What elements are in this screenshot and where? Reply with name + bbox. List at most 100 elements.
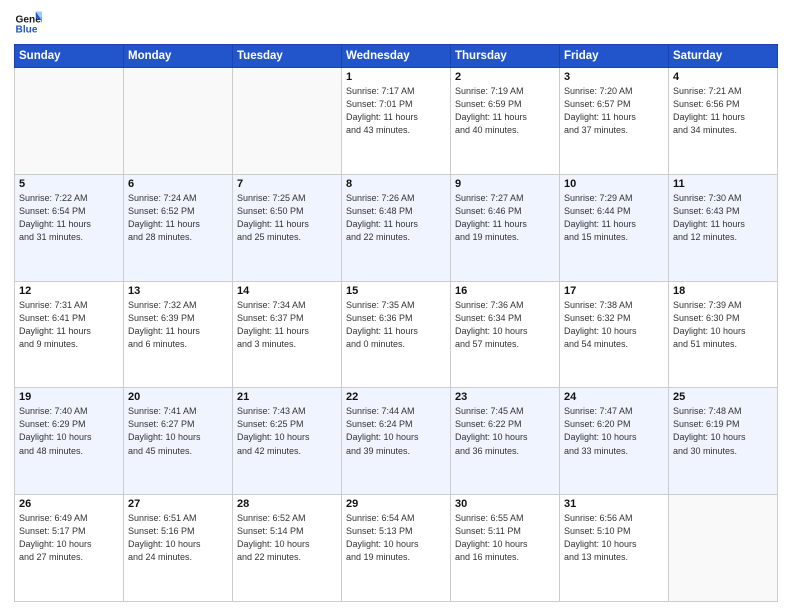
day-number: 25 (673, 391, 773, 403)
weekday-header-monday: Monday (124, 45, 233, 68)
weekday-header-tuesday: Tuesday (233, 45, 342, 68)
day-number: 29 (346, 498, 446, 510)
calendar-cell (124, 68, 233, 175)
day-number: 26 (19, 498, 119, 510)
week-row-0: 1Sunrise: 7:17 AM Sunset: 7:01 PM Daylig… (15, 68, 778, 175)
calendar-cell: 11 Sunrise: 7:30 AM Sunset: 6:43 PM Dayli… (669, 174, 778, 281)
weekday-header-thursday: Thursday (451, 45, 560, 68)
weekday-header-friday: Friday (560, 45, 669, 68)
calendar-cell: 31Sunrise: 6:56 AM Sunset: 5:10 PM Dayli… (560, 495, 669, 602)
day-info: Sunrise: 7:26 AM Sunset: 6:48 PM Dayligh… (346, 192, 446, 244)
day-number: 3 (564, 71, 664, 83)
day-info: Sunrise: 7:30 AM Sunset: 6:43 PM Dayligh… (673, 192, 773, 244)
calendar-cell: 24Sunrise: 7:47 AM Sunset: 6:20 PM Dayli… (560, 388, 669, 495)
calendar-cell: 23 Sunrise: 7:45 AM Sunset: 6:22 PM Dayli… (451, 388, 560, 495)
day-number: 19 (19, 391, 119, 403)
week-row-3: 19 Sunrise: 7:40 AM Sunset: 6:29 PM Dayli… (15, 388, 778, 495)
calendar-cell: 3 Sunrise: 7:20 AM Sunset: 6:57 PM Daylig… (560, 68, 669, 175)
calendar-cell: 27 Sunrise: 6:51 AM Sunset: 5:16 PM Dayli… (124, 495, 233, 602)
day-info: Sunrise: 7:38 AM Sunset: 6:32 PM Dayligh… (564, 299, 664, 351)
day-number: 27 (128, 498, 228, 510)
day-info: Sunrise: 7:35 AM Sunset: 6:36 PM Dayligh… (346, 299, 446, 351)
day-number: 7 (237, 178, 337, 190)
day-number: 5 (19, 178, 119, 190)
calendar-cell: 12 Sunrise: 7:31 AM Sunset: 6:41 PM Dayli… (15, 281, 124, 388)
calendar-cell: 1Sunrise: 7:17 AM Sunset: 7:01 PM Daylig… (342, 68, 451, 175)
calendar-cell: 10Sunrise: 7:29 AM Sunset: 6:44 PM Dayli… (560, 174, 669, 281)
weekday-header-saturday: Saturday (669, 45, 778, 68)
day-number: 16 (455, 285, 555, 297)
day-info: Sunrise: 7:36 AM Sunset: 6:34 PM Dayligh… (455, 299, 555, 351)
day-number: 24 (564, 391, 664, 403)
calendar-cell: 26 Sunrise: 6:49 AM Sunset: 5:17 PM Dayli… (15, 495, 124, 602)
day-info: Sunrise: 7:34 AM Sunset: 6:37 PM Dayligh… (237, 299, 337, 351)
calendar-cell: 30 Sunrise: 6:55 AM Sunset: 5:11 PM Dayli… (451, 495, 560, 602)
day-info: Sunrise: 7:32 AM Sunset: 6:39 PM Dayligh… (128, 299, 228, 351)
svg-text:Blue: Blue (16, 25, 38, 36)
calendar-cell: 6Sunrise: 7:24 AM Sunset: 6:52 PM Daylig… (124, 174, 233, 281)
day-info: Sunrise: 7:41 AM Sunset: 6:27 PM Dayligh… (128, 405, 228, 457)
calendar-cell: 28 Sunrise: 6:52 AM Sunset: 5:14 PM Dayli… (233, 495, 342, 602)
calendar-cell: 2 Sunrise: 7:19 AM Sunset: 6:59 PM Daylig… (451, 68, 560, 175)
header: General Blue (14, 10, 778, 38)
day-number: 23 (455, 391, 555, 403)
week-row-2: 12 Sunrise: 7:31 AM Sunset: 6:41 PM Dayli… (15, 281, 778, 388)
day-info: Sunrise: 6:55 AM Sunset: 5:11 PM Dayligh… (455, 512, 555, 564)
day-number: 10 (564, 178, 664, 190)
calendar-cell: 16 Sunrise: 7:36 AM Sunset: 6:34 PM Dayli… (451, 281, 560, 388)
calendar-cell: 8 Sunrise: 7:26 AM Sunset: 6:48 PM Daylig… (342, 174, 451, 281)
day-info: Sunrise: 6:56 AM Sunset: 5:10 PM Dayligh… (564, 512, 664, 564)
day-number: 11 (673, 178, 773, 190)
day-number: 14 (237, 285, 337, 297)
day-number: 22 (346, 391, 446, 403)
day-info: Sunrise: 7:25 AM Sunset: 6:50 PM Dayligh… (237, 192, 337, 244)
calendar-cell (15, 68, 124, 175)
weekday-header-row: SundayMondayTuesdayWednesdayThursdayFrid… (15, 45, 778, 68)
day-info: Sunrise: 7:45 AM Sunset: 6:22 PM Dayligh… (455, 405, 555, 457)
calendar-cell: 7 Sunrise: 7:25 AM Sunset: 6:50 PM Daylig… (233, 174, 342, 281)
calendar-cell: 13 Sunrise: 7:32 AM Sunset: 6:39 PM Dayli… (124, 281, 233, 388)
day-number: 6 (128, 178, 228, 190)
day-number: 15 (346, 285, 446, 297)
day-info: Sunrise: 7:21 AM Sunset: 6:56 PM Dayligh… (673, 85, 773, 137)
day-info: Sunrise: 7:19 AM Sunset: 6:59 PM Dayligh… (455, 85, 555, 137)
day-number: 4 (673, 71, 773, 83)
day-number: 18 (673, 285, 773, 297)
calendar-cell: 9Sunrise: 7:27 AM Sunset: 6:46 PM Daylig… (451, 174, 560, 281)
calendar-cell: 17 Sunrise: 7:38 AM Sunset: 6:32 PM Dayli… (560, 281, 669, 388)
week-row-1: 5 Sunrise: 7:22 AM Sunset: 6:54 PM Daylig… (15, 174, 778, 281)
day-info: Sunrise: 7:48 AM Sunset: 6:19 PM Dayligh… (673, 405, 773, 457)
day-number: 2 (455, 71, 555, 83)
calendar-cell: 22Sunrise: 7:44 AM Sunset: 6:24 PM Dayli… (342, 388, 451, 495)
weekday-header-sunday: Sunday (15, 45, 124, 68)
calendar-cell: 4 Sunrise: 7:21 AM Sunset: 6:56 PM Daylig… (669, 68, 778, 175)
day-info: Sunrise: 7:40 AM Sunset: 6:29 PM Dayligh… (19, 405, 119, 457)
calendar-cell (669, 495, 778, 602)
day-number: 28 (237, 498, 337, 510)
day-info: Sunrise: 6:54 AM Sunset: 5:13 PM Dayligh… (346, 512, 446, 564)
logo: General Blue (14, 10, 42, 38)
calendar-cell: 20Sunrise: 7:41 AM Sunset: 6:27 PM Dayli… (124, 388, 233, 495)
calendar-cell: 19 Sunrise: 7:40 AM Sunset: 6:29 PM Dayli… (15, 388, 124, 495)
day-info: Sunrise: 6:51 AM Sunset: 5:16 PM Dayligh… (128, 512, 228, 564)
logo-icon: General Blue (14, 10, 42, 38)
day-number: 1 (346, 71, 446, 83)
day-number: 12 (19, 285, 119, 297)
day-info: Sunrise: 6:49 AM Sunset: 5:17 PM Dayligh… (19, 512, 119, 564)
calendar-table: SundayMondayTuesdayWednesdayThursdayFrid… (14, 44, 778, 602)
calendar-cell: 14 Sunrise: 7:34 AM Sunset: 6:37 PM Dayli… (233, 281, 342, 388)
day-number: 21 (237, 391, 337, 403)
day-number: 8 (346, 178, 446, 190)
day-info: Sunrise: 7:27 AM Sunset: 6:46 PM Dayligh… (455, 192, 555, 244)
calendar-cell: 15 Sunrise: 7:35 AM Sunset: 6:36 PM Dayli… (342, 281, 451, 388)
day-info: Sunrise: 7:20 AM Sunset: 6:57 PM Dayligh… (564, 85, 664, 137)
day-info: Sunrise: 7:43 AM Sunset: 6:25 PM Dayligh… (237, 405, 337, 457)
day-info: Sunrise: 6:52 AM Sunset: 5:14 PM Dayligh… (237, 512, 337, 564)
day-info: Sunrise: 7:31 AM Sunset: 6:41 PM Dayligh… (19, 299, 119, 351)
day-info: Sunrise: 7:22 AM Sunset: 6:54 PM Dayligh… (19, 192, 119, 244)
day-number: 30 (455, 498, 555, 510)
calendar-cell: 5 Sunrise: 7:22 AM Sunset: 6:54 PM Daylig… (15, 174, 124, 281)
day-number: 17 (564, 285, 664, 297)
day-number: 13 (128, 285, 228, 297)
day-info: Sunrise: 7:39 AM Sunset: 6:30 PM Dayligh… (673, 299, 773, 351)
